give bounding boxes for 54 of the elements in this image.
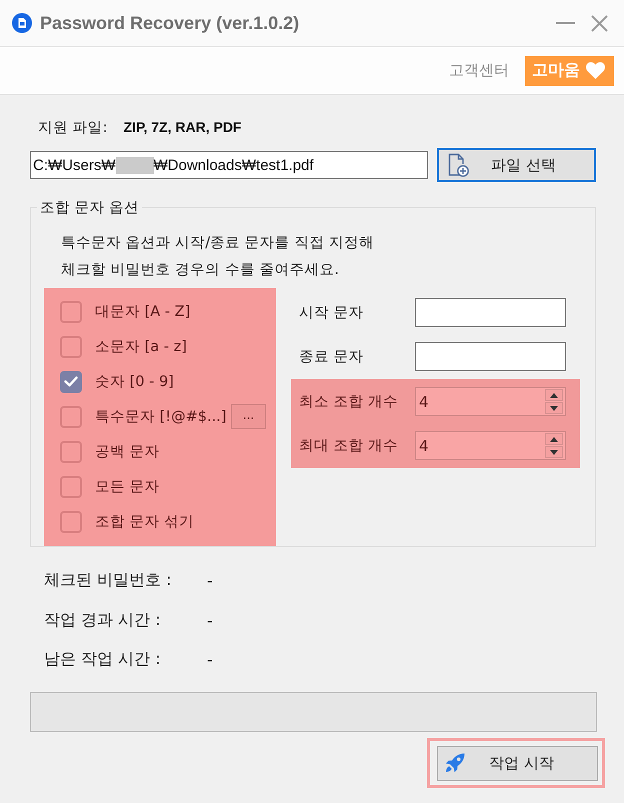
checkbox[interactable] — [60, 406, 82, 428]
status-label: 작업 경과 시간 : — [44, 610, 162, 631]
support-link[interactable]: 고객센터 — [449, 61, 509, 80]
checkbox[interactable] — [60, 370, 82, 392]
checkbox-label[interactable]: 숫자 [0 - 9] — [95, 372, 174, 391]
number-spin-field[interactable]: 4 — [415, 387, 566, 416]
description-text: 특수문자 옵션과 시작/종료 문자를 직접 지정해 — [61, 234, 375, 253]
caret-up-icon — [550, 436, 558, 442]
checkbox-label[interactable]: 조합 문자 섞기 — [95, 512, 194, 531]
number-spin-field[interactable]: 4 — [415, 431, 566, 460]
spin-up-button[interactable] — [545, 433, 563, 445]
status-label: 남은 작업 시간 : — [44, 649, 162, 670]
file-select-button[interactable]: 파일 선택 — [437, 148, 596, 182]
logo-icon — [12, 13, 32, 33]
group-title: 조합 문자 옵션 — [39, 199, 140, 217]
checkbox-label[interactable]: 공백 문자 — [95, 442, 160, 461]
checkbox-label[interactable]: 소문자 [a - z] — [95, 337, 187, 356]
checkbox-label[interactable]: 모든 문자 — [95, 477, 160, 496]
field-label: 시작 문자 — [299, 304, 365, 322]
close-icon — [590, 14, 608, 32]
text-input-field[interactable] — [415, 342, 566, 371]
spin-down-button[interactable] — [545, 402, 563, 414]
status-label: 체크된 비밀번호 : — [44, 570, 173, 592]
description-text: 체크할 비밀번호 경우의 수를 줄여주세요. — [61, 261, 340, 280]
check-icon — [64, 376, 78, 387]
checkbox[interactable] — [60, 300, 82, 322]
spin-down-button[interactable] — [545, 446, 563, 458]
status-value: - — [207, 610, 213, 630]
field-label: 종료 문자 — [299, 348, 365, 366]
checkbox[interactable] — [60, 510, 82, 532]
checkbox[interactable] — [60, 336, 82, 358]
text-input-field[interactable] — [415, 298, 566, 327]
supported-files-label: 지원 파일: — [38, 118, 108, 136]
status-value: - — [207, 650, 213, 670]
field-label: 최소 조합 개수 — [299, 393, 400, 411]
checkbox-label[interactable]: 특수문자 [!@#$...] — [95, 407, 226, 426]
caret-up-icon — [550, 392, 558, 398]
add-file-icon — [448, 153, 469, 177]
checkbox-label[interactable]: 대문자 [A - Z] — [95, 302, 190, 321]
supported-formats: ZIP, 7Z, RAR, PDF — [124, 119, 242, 135]
checkbox[interactable] — [60, 440, 82, 462]
heart-icon — [586, 62, 605, 79]
caret-down-icon — [550, 406, 558, 410]
file-path-field[interactable]: C:₩Users₩ ₩Downloads₩test1.pdf — [30, 151, 428, 179]
spin-up-button[interactable] — [545, 389, 563, 401]
minimize-icon — [556, 22, 574, 24]
caret-down-icon — [550, 450, 558, 454]
window-title: Password Recovery (ver.1.0.2) — [40, 12, 300, 34]
field-label: 최대 조합 개수 — [299, 437, 400, 455]
checkbox[interactable] — [60, 476, 82, 498]
start-button[interactable]: 작업 시작 — [437, 746, 598, 780]
rocket-icon — [445, 753, 465, 773]
more-options-button[interactable]: ... — [231, 404, 266, 429]
status-value: - — [207, 571, 213, 590]
